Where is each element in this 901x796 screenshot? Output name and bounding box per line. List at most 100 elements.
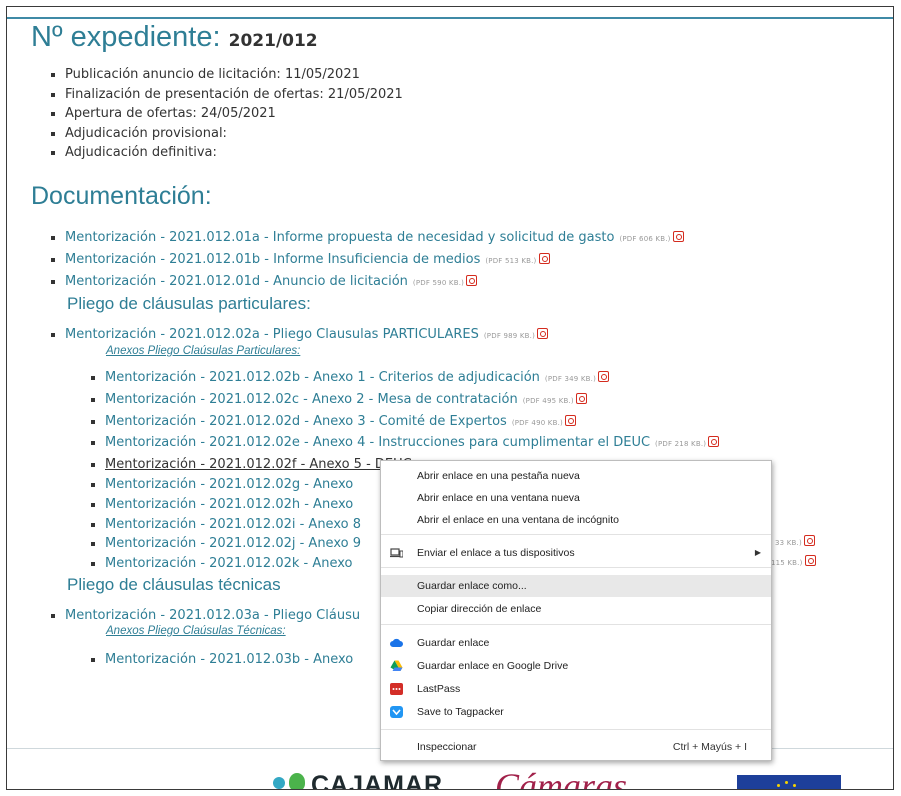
doc-link[interactable]: Mentorización - 2021.012.02g - Anexo bbox=[105, 477, 353, 492]
annex-label-particulares: Anexos Pliego Claúsulas Particulares: bbox=[106, 345, 301, 357]
list-item: Mentorización - 2021.012.01b - Informe I… bbox=[65, 250, 684, 272]
list-item: Mentorización - 2021.012.01a - Informe p… bbox=[65, 228, 684, 250]
submenu-arrow-icon: ▶ bbox=[754, 548, 761, 557]
pdf-icon[interactable] bbox=[466, 274, 478, 286]
pdf-icon[interactable] bbox=[564, 414, 576, 426]
menu-separator bbox=[381, 624, 771, 625]
file-size: (PDF 349 KB.) bbox=[544, 375, 597, 383]
menu-tagpacker[interactable]: Save to Tagpacker bbox=[381, 701, 771, 723]
pdf-icon[interactable] bbox=[575, 392, 587, 404]
menu-item-label: Guardar enlace en Google Drive bbox=[417, 660, 569, 672]
doc-link[interactable]: Mentorización - 2021.012.01b - Informe I… bbox=[65, 252, 480, 267]
particulares-title: Pliego de cláusulas particulares: bbox=[67, 294, 311, 313]
partial-size-row: 33 KB.) bbox=[775, 530, 815, 549]
pdf-icon[interactable] bbox=[672, 231, 684, 242]
menu-open-new-tab[interactable]: Abrir enlace en una pestaña nueva bbox=[381, 465, 771, 487]
cloud-icon bbox=[390, 638, 403, 647]
tagpacker-icon bbox=[390, 706, 403, 718]
menu-item-label: Abrir enlace en una pestaña nueva bbox=[417, 470, 580, 482]
pdf-icon[interactable] bbox=[804, 555, 816, 566]
doc-link[interactable]: Mentorización - 2021.012.02e - Anexo 4 -… bbox=[105, 435, 650, 450]
menu-open-incognito[interactable]: Abrir el enlace en una ventana de incógn… bbox=[381, 509, 771, 531]
pdf-icon[interactable] bbox=[708, 436, 720, 448]
file-size: (PDF 606 KB.) bbox=[619, 235, 671, 243]
doc-link[interactable]: Mentorización - 2021.012.02i - Anexo 8 bbox=[105, 517, 361, 532]
doc-link[interactable]: Mentorización - 2021.012.03b - Anexo bbox=[105, 652, 353, 667]
pdf-icon[interactable] bbox=[803, 535, 815, 546]
menu-save-to-drive[interactable]: Guardar enlace en Google Drive bbox=[381, 655, 771, 677]
list-item: Mentorización - 2021.012.02c - Anexo 2 -… bbox=[105, 390, 719, 412]
date-item: Adjudicación definitiva: bbox=[65, 143, 403, 163]
docs-list: Mentorización - 2021.012.01a - Informe p… bbox=[51, 228, 684, 293]
pdf-icon[interactable] bbox=[538, 252, 550, 264]
menu-open-new-window[interactable]: Abrir enlace en una ventana nueva bbox=[381, 487, 771, 509]
tecnicas-annex-list: Mentorización - 2021.012.03b - Anexo bbox=[91, 650, 353, 670]
menu-item-label: Inspeccionar bbox=[417, 741, 477, 753]
menu-item-label: Abrir el enlace en una ventana de incógn… bbox=[417, 514, 619, 526]
menu-item-label: Guardar enlace como... bbox=[417, 580, 527, 592]
file-size: (PDF 495 KB.) bbox=[522, 396, 574, 405]
list-item: Mentorización - 2021.012.02b - Anexo 1 -… bbox=[105, 368, 719, 390]
list-item: Mentorización - 2021.012.02a - Pliego Cl… bbox=[65, 325, 549, 347]
doc-link[interactable]: Mentorización - 2021.012.01d - Anuncio d… bbox=[65, 274, 408, 289]
menu-item-label: Abrir enlace en una ventana nueva bbox=[417, 492, 580, 504]
menu-lastpass[interactable]: LastPass bbox=[381, 678, 771, 700]
list-item: Mentorización - 2021.012.02d - Anexo 3 -… bbox=[105, 412, 719, 434]
devices-icon bbox=[390, 548, 403, 558]
menu-item-label: Save to Tagpacker bbox=[417, 706, 504, 718]
doc-link[interactable]: Mentorización - 2021.012.02k - Anexo bbox=[105, 556, 353, 571]
menu-item-label: LastPass bbox=[417, 683, 461, 695]
list-item: Mentorización - 2021.012.02e - Anexo 4 -… bbox=[105, 433, 720, 455]
particulares-main-list: Mentorización - 2021.012.02a - Pliego Cl… bbox=[51, 325, 549, 347]
doc-link[interactable]: Mentorización - 2021.012.02h - Anexo bbox=[105, 497, 353, 512]
file-size: (PDF 513 KB.) bbox=[485, 256, 537, 265]
menu-save-link[interactable]: Guardar enlace bbox=[381, 632, 771, 654]
date-item: Finalización de presentación de ofertas:… bbox=[65, 85, 403, 105]
menu-item-label: Enviar el enlace a tus dispositivos bbox=[417, 547, 575, 559]
doc-link[interactable]: Mentorización - 2021.012.02b - Anexo 1 -… bbox=[105, 370, 540, 385]
date-item: Publicación anuncio de licitación: 11/05… bbox=[65, 65, 403, 85]
dates-list: Publicación anuncio de licitación: 11/05… bbox=[51, 65, 403, 163]
doc-link[interactable]: Mentorización - 2021.012.03a - Pliego Cl… bbox=[65, 608, 360, 623]
menu-shortcut: Ctrl + Mayús + I bbox=[672, 741, 747, 753]
logo-dot-green bbox=[289, 773, 305, 789]
tecnicas-main-list: Mentorización - 2021.012.03a - Pliego Cl… bbox=[51, 606, 360, 626]
file-size: (PDF 989 KB.) bbox=[483, 332, 536, 340]
expediente-number: 2021/012 bbox=[228, 31, 318, 51]
menu-separator bbox=[381, 729, 771, 730]
doc-link[interactable]: Mentorización - 2021.012.02a - Pliego Cl… bbox=[65, 327, 479, 342]
menu-item-label: Copiar dirección de enlace bbox=[417, 603, 542, 615]
google-drive-icon bbox=[390, 660, 403, 671]
annex-label-tecnicas: Anexos Pliego Claúsulas Técnicas: bbox=[106, 625, 286, 637]
doc-link[interactable]: Mentorización - 2021.012.02c - Anexo 2 -… bbox=[105, 392, 518, 407]
top-border-line bbox=[7, 17, 893, 19]
menu-copy-link-address[interactable]: Copiar dirección de enlace bbox=[381, 598, 771, 620]
file-size: 115 KB.) bbox=[771, 559, 803, 567]
menu-save-link-as[interactable]: Guardar enlace como... bbox=[381, 575, 771, 597]
list-item: Mentorización - 2021.012.03b - Anexo bbox=[105, 650, 353, 670]
expediente-heading: Nº expediente: 2021/012 bbox=[31, 21, 318, 54]
camaras-logo: Cámaras bbox=[495, 766, 628, 790]
file-size: 33 KB.) bbox=[775, 539, 802, 547]
documentation-title: Documentación: bbox=[31, 182, 212, 210]
menu-send-to-devices[interactable]: Enviar el enlace a tus dispositivos ▶ bbox=[381, 542, 771, 564]
eu-flag-logo bbox=[737, 775, 841, 789]
cajamar-text: CAJAMAR bbox=[311, 771, 443, 790]
pdf-icon[interactable] bbox=[598, 371, 610, 382]
list-item: Mentorización - 2021.012.03a - Pliego Cl… bbox=[65, 606, 360, 626]
file-size: (PDF 490 KB.) bbox=[511, 418, 563, 427]
expediente-label: Nº expediente: bbox=[31, 21, 221, 53]
list-item: Mentorización - 2021.012.01d - Anuncio d… bbox=[65, 272, 684, 294]
doc-link[interactable]: Mentorización - 2021.012.02j - Anexo 9 bbox=[105, 536, 361, 551]
partial-size-row: 115 KB.) bbox=[771, 550, 816, 569]
menu-separator bbox=[381, 567, 771, 568]
menu-item-label: Guardar enlace bbox=[417, 637, 490, 649]
date-item: Adjudicación provisional: bbox=[65, 124, 403, 144]
doc-link-hovered[interactable]: Mentorización - 2021.012.02f - Anexo 5 -… bbox=[105, 457, 412, 472]
doc-link[interactable]: Mentorización - 2021.012.02d - Anexo 3 -… bbox=[105, 414, 507, 429]
logo-dot-blue bbox=[273, 777, 285, 789]
menu-inspect[interactable]: Inspeccionar Ctrl + Mayús + I bbox=[381, 736, 771, 758]
context-menu: Abrir enlace en una pestaña nueva Abrir … bbox=[380, 460, 772, 761]
pdf-icon[interactable] bbox=[537, 328, 549, 339]
doc-link[interactable]: Mentorización - 2021.012.01a - Informe p… bbox=[65, 230, 614, 245]
